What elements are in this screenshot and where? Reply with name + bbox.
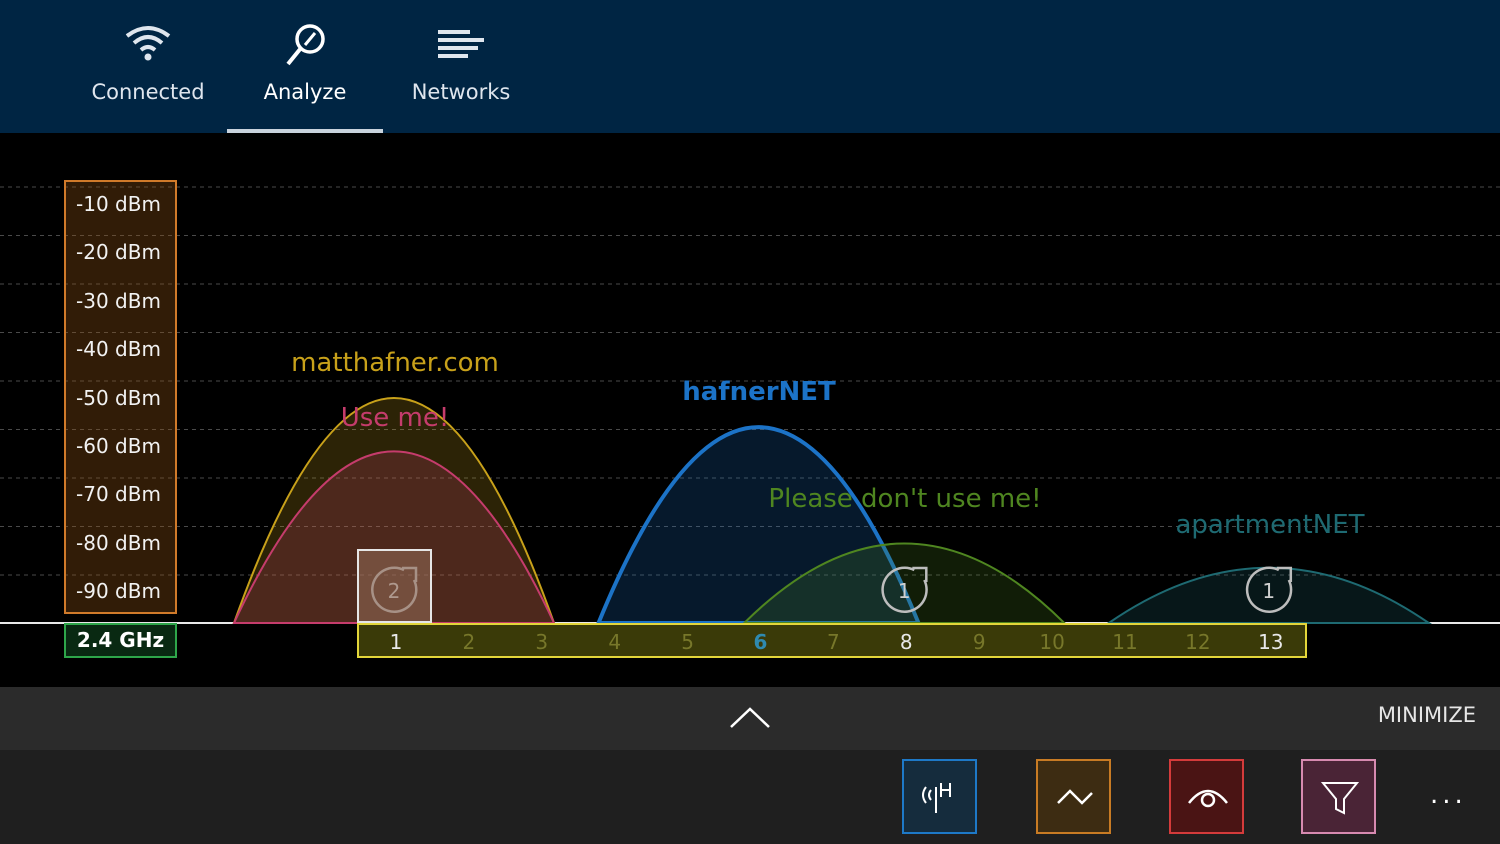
channel-number[interactable]: 11: [1105, 630, 1145, 654]
hidden-networks-button[interactable]: [902, 759, 977, 834]
channel-number[interactable]: 7: [813, 630, 853, 654]
svg-text:1: 1: [1262, 579, 1275, 603]
channel-number[interactable]: 9: [959, 630, 999, 654]
filter-icon: [1320, 782, 1360, 815]
network-label[interactable]: Use me!: [341, 403, 450, 433]
channel-number[interactable]: 2: [449, 630, 489, 654]
channel-number[interactable]: 5: [668, 630, 708, 654]
dbm-label: -40 dBm: [76, 337, 161, 361]
dbm-label: -80 dBm: [76, 531, 161, 555]
magnifier-icon: [286, 24, 325, 66]
svg-text:1: 1: [898, 579, 911, 603]
tab-networks[interactable]: Networks: [383, 0, 539, 133]
filter-button[interactable]: [1301, 759, 1376, 834]
antenna-icon: [922, 783, 951, 813]
network-label[interactable]: apartmentNET: [1175, 510, 1364, 540]
tab-connected-label: Connected: [91, 80, 205, 104]
channel-number[interactable]: 6: [741, 630, 781, 654]
network-label[interactable]: matthafner.com: [291, 348, 499, 378]
dbm-label: -60 dBm: [76, 434, 161, 458]
dbm-scale: -10 dBm -20 dBm -30 dBm -40 dBm -50 dBm …: [64, 180, 177, 614]
channel-number[interactable]: 12: [1178, 630, 1218, 654]
trend-button[interactable]: [1036, 759, 1111, 834]
tab-networks-label: Networks: [411, 80, 511, 104]
channel-axis: 1 2 3 4 5 6 7 8 9 10 11 12 13: [357, 623, 1307, 658]
channel-number[interactable]: 13: [1251, 630, 1291, 654]
eye-icon: [1188, 789, 1228, 808]
tab-analyze-label: Analyze: [263, 80, 347, 104]
channel-analyzer-graph: 211 -10 dBm -20 dBm -30 dBm -40 dBm -50 …: [0, 133, 1500, 687]
signal-curves: 211: [0, 186, 1500, 625]
channel-number[interactable]: 10: [1032, 630, 1072, 654]
dbm-label: -10 dBm: [76, 192, 161, 216]
network-label[interactable]: hafnerNET: [682, 377, 836, 407]
app-bar-commands: ...: [0, 750, 1500, 844]
list-icon: [438, 30, 484, 58]
dbm-label: -50 dBm: [76, 386, 161, 410]
dbm-label: -90 dBm: [76, 579, 161, 603]
channel-number[interactable]: 1: [376, 630, 416, 654]
wifi-icon: [125, 26, 171, 61]
minimize-button[interactable]: MINIMIZE: [1378, 703, 1476, 727]
app-bar-handle: MINIMIZE: [0, 687, 1500, 750]
more-options-button[interactable]: ...: [1430, 780, 1467, 810]
band-selector[interactable]: 2.4 GHz: [64, 623, 177, 658]
channel-number[interactable]: 4: [595, 630, 635, 654]
chevron-up-icon[interactable]: [725, 697, 775, 737]
dbm-label: -30 dBm: [76, 289, 161, 313]
selected-channel-badge[interactable]: [357, 549, 432, 623]
dbm-label: -70 dBm: [76, 482, 161, 506]
zigzag-icon: [1057, 789, 1093, 805]
channel-number[interactable]: 8: [886, 630, 926, 654]
tab-analyze[interactable]: Analyze: [227, 0, 383, 133]
dbm-label: -20 dBm: [76, 240, 161, 264]
top-nav-bar: Connected Analyze Networks: [0, 0, 1500, 133]
tab-connected[interactable]: Connected: [70, 0, 226, 133]
channel-number[interactable]: 3: [522, 630, 562, 654]
network-label[interactable]: Please don't use me!: [768, 484, 1041, 514]
visibility-button[interactable]: [1169, 759, 1244, 834]
